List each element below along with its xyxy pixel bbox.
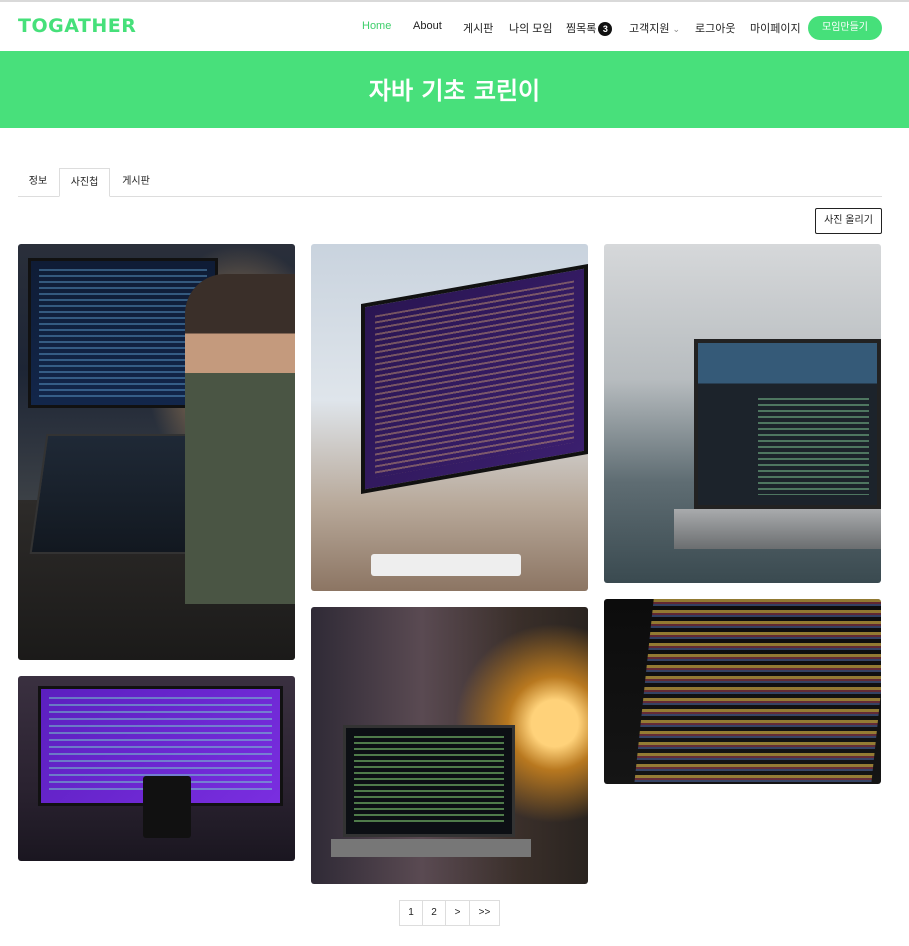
page-1-button[interactable]: 1 bbox=[399, 900, 423, 926]
nav-support-label: 고객지원 bbox=[629, 23, 670, 35]
nav-logout[interactable]: 로그아웃 bbox=[695, 20, 735, 36]
tab-photos[interactable]: 사진첩 bbox=[59, 168, 110, 197]
photo-item[interactable] bbox=[311, 244, 588, 591]
page-2-button[interactable]: 2 bbox=[422, 900, 446, 926]
top-navbar: TOGATHER Home About 게시판 나의 모임 찜목록 3 고객지원 ⌄… bbox=[0, 0, 909, 51]
group-tabs: 정보 사진첩 게시판 bbox=[18, 168, 882, 197]
photo-item[interactable] bbox=[604, 244, 881, 583]
nav-wishlist-label: 찜목록 bbox=[566, 23, 597, 35]
photo-detail bbox=[674, 509, 881, 549]
photo-detail bbox=[185, 274, 295, 604]
photo-detail bbox=[331, 839, 531, 857]
logo[interactable]: TOGATHER bbox=[18, 15, 136, 37]
photo-detail bbox=[694, 339, 881, 509]
next-page-button[interactable]: > bbox=[445, 900, 470, 926]
upload-photo-button[interactable]: 사진 올리기 bbox=[815, 208, 882, 234]
nav-home[interactable]: Home bbox=[362, 20, 391, 32]
nav-board[interactable]: 게시판 bbox=[463, 20, 493, 36]
photo-detail bbox=[361, 263, 588, 495]
last-page-button[interactable]: >> bbox=[469, 900, 500, 926]
wishlist-count-badge: 3 bbox=[598, 22, 613, 37]
tab-board[interactable]: 게시판 bbox=[111, 168, 161, 197]
create-meeting-button[interactable]: 모임만들기 bbox=[808, 16, 882, 40]
photo-item[interactable] bbox=[18, 676, 295, 861]
photo-detail bbox=[143, 776, 191, 838]
photo-item[interactable] bbox=[18, 244, 295, 660]
group-banner: 자바 기초 코린이 bbox=[0, 51, 909, 128]
group-title: 자바 기초 코린이 bbox=[368, 77, 541, 105]
nav-my-meetings[interactable]: 나의 모임 bbox=[509, 20, 553, 36]
nav-mypage[interactable]: 마이페이지 bbox=[750, 20, 801, 36]
nav-about[interactable]: About bbox=[413, 20, 442, 32]
photo-item[interactable] bbox=[311, 607, 588, 884]
photo-item[interactable] bbox=[604, 599, 881, 784]
photo-detail bbox=[371, 554, 521, 576]
chevron-down-icon: ⌄ bbox=[672, 24, 681, 34]
photo-detail bbox=[343, 725, 515, 837]
nav-support[interactable]: 고객지원 ⌄ bbox=[629, 20, 680, 36]
tab-info[interactable]: 정보 bbox=[18, 168, 58, 197]
nav-wishlist[interactable]: 찜목록 3 bbox=[566, 20, 613, 37]
